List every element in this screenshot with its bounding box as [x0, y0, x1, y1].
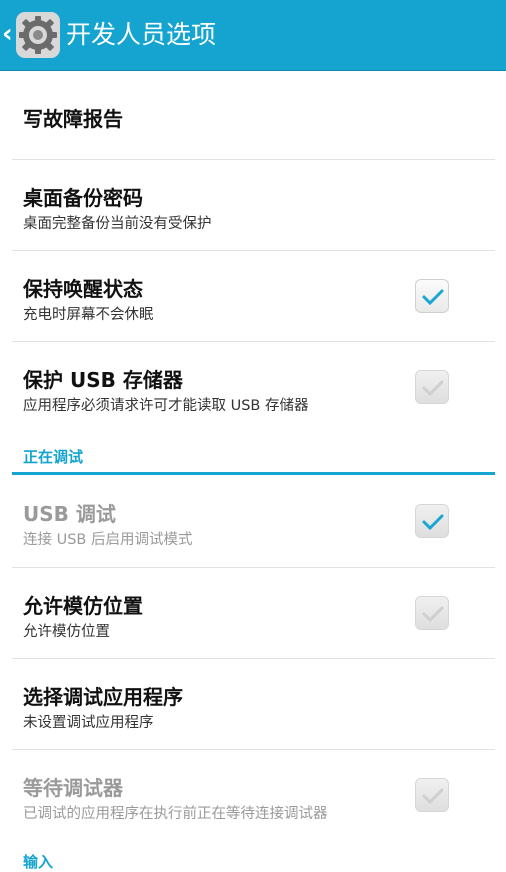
checkmark-icon	[422, 788, 444, 805]
item-title: 允许模仿位置	[23, 594, 143, 618]
checkmark-icon	[422, 514, 444, 531]
item-subtitle: 已调试的应用程序在执行前正在等待连接调试器	[23, 806, 328, 822]
list-item-mock-location[interactable]: 允许模仿位置 允许模仿位置	[12, 568, 495, 658]
item-title: 桌面备份密码	[23, 186, 143, 210]
section-header-debugging: 正在调试	[23, 448, 84, 466]
item-title: 保护 USB 存储器	[23, 368, 183, 392]
protect-usb-checkbox[interactable]	[415, 370, 449, 404]
item-subtitle: 未设置调试应用程序	[23, 715, 154, 731]
list-item-select-debug-app[interactable]: 选择调试应用程序 未设置调试应用程序	[12, 659, 495, 749]
item-title: 写故障报告	[23, 107, 123, 131]
section-header-input: 输入	[23, 853, 54, 871]
item-title: 选择调试应用程序	[23, 685, 183, 709]
item-subtitle: 充电时屏幕不会休眠	[23, 307, 154, 323]
item-subtitle: 允许模仿位置	[23, 624, 110, 640]
list-item-wait-for-debugger[interactable]: 等待调试器 已调试的应用程序在执行前正在等待连接调试器	[12, 750, 495, 840]
list-item-usb-debugging[interactable]: USB 调试 连接 USB 后启用调试模式	[12, 476, 495, 567]
list-item-protect-usb[interactable]: 保护 USB 存储器 应用程序必须请求许可才能读取 USB 存储器	[12, 342, 495, 432]
section-divider	[12, 472, 495, 475]
checkmark-icon	[422, 380, 444, 397]
item-subtitle: 桌面完整备份当前没有受保护	[23, 216, 212, 232]
app-bar: ‹ 开发人员选项	[0, 0, 506, 71]
item-subtitle: 连接 USB 后启用调试模式	[23, 532, 193, 548]
item-title: 保持唤醒状态	[23, 277, 143, 301]
wait-for-debugger-checkbox[interactable]	[415, 778, 449, 812]
back-arrow-icon[interactable]: ‹	[2, 21, 16, 47]
item-title: USB 调试	[23, 502, 116, 526]
item-subtitle: 应用程序必须请求许可才能读取 USB 存储器	[23, 398, 309, 414]
list-item-stay-awake[interactable]: 保持唤醒状态 充电时屏幕不会休眠	[12, 251, 495, 341]
list-item-backup-password[interactable]: 桌面备份密码 桌面完整备份当前没有受保护	[12, 160, 495, 250]
settings-gear-icon[interactable]	[16, 12, 60, 58]
stay-awake-checkbox[interactable]	[415, 279, 449, 313]
page-title: 开发人员选项	[66, 20, 217, 49]
list-item-bug-report[interactable]: 写故障报告	[12, 70, 495, 160]
item-title: 等待调试器	[23, 776, 123, 800]
checkmark-icon	[422, 606, 444, 623]
usb-debugging-checkbox[interactable]	[415, 504, 449, 538]
mock-location-checkbox[interactable]	[415, 596, 449, 630]
checkmark-icon	[422, 289, 444, 306]
